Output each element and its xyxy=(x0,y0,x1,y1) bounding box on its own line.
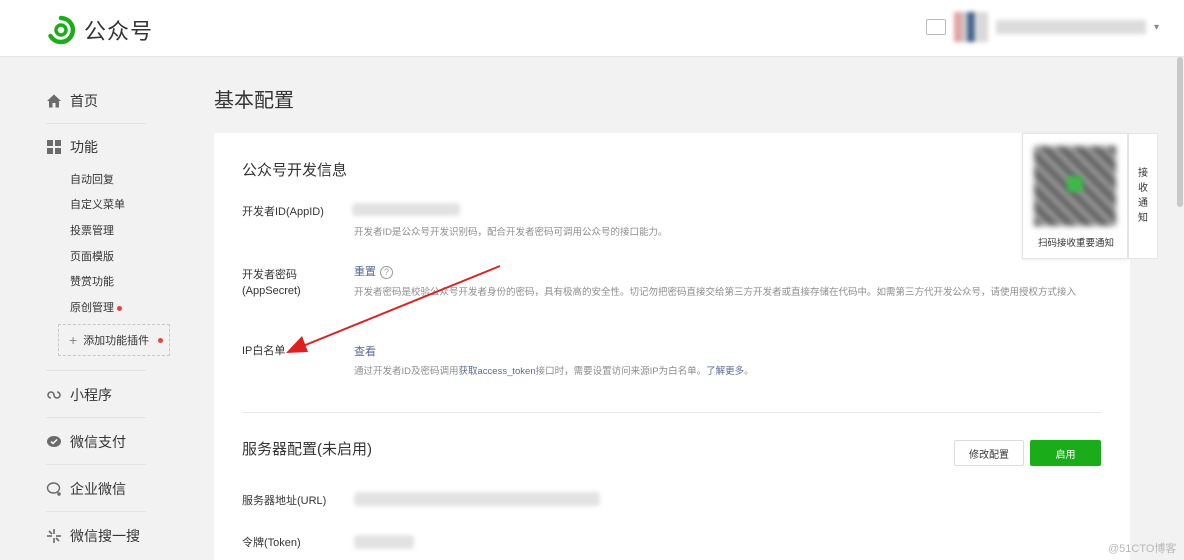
qr-side-char: 接 xyxy=(1138,168,1148,179)
logo-text: 公众号 xyxy=(84,19,154,44)
top-header: 公众号 ▾ xyxy=(0,0,1184,57)
sidebar-subitem-vote[interactable]: 投票管理 xyxy=(70,222,114,238)
wechat-pay-icon xyxy=(46,434,62,450)
token-label: 令牌(Token) xyxy=(242,537,301,549)
qr-notify-card: 扫码接收重要通知 xyxy=(1022,133,1128,259)
learn-more-link[interactable]: 了解更多 xyxy=(706,366,744,377)
ip-desc-end: 。 xyxy=(744,366,754,377)
divider xyxy=(46,370,146,371)
sidebar-subitem-auto-reply[interactable]: 自动回复 xyxy=(70,171,114,187)
watermark: @51CTO博客 xyxy=(1108,543,1177,555)
sidebar-item-label: 小程序 xyxy=(70,387,112,403)
sidebar-item-wechat-search[interactable]: 微信搜一搜 xyxy=(46,526,140,546)
sidebar-item-function[interactable]: 功能 xyxy=(46,137,98,157)
server-url-value-redacted[interactable] xyxy=(354,492,600,506)
qr-side-char: 知 xyxy=(1138,213,1148,224)
divider xyxy=(46,464,146,465)
dev-info-title: 公众号开发信息 xyxy=(242,162,348,179)
sidebar: 首页 功能 自动回复 自定义菜单 投票管理 页面模版 赞赏功能 原创管理 + 添… xyxy=(0,57,190,560)
sidebar-subitem-page-template[interactable]: 页面模版 xyxy=(70,248,114,264)
appid-value-redacted[interactable] xyxy=(352,203,460,216)
qr-caption: 扫码接收重要通知 xyxy=(1037,238,1114,249)
add-plugin-button[interactable]: + 添加功能插件 xyxy=(58,324,170,356)
ip-desc-pre: 通过开发者ID及密码调用 xyxy=(354,366,459,377)
appid-label: 开发者ID(AppID) xyxy=(242,206,324,218)
divider xyxy=(46,417,146,418)
logo[interactable]: 公众号 xyxy=(46,14,153,46)
section-divider xyxy=(242,412,1102,413)
notification-dot xyxy=(117,305,122,311)
modify-config-button[interactable]: 修改配置 xyxy=(954,440,1024,466)
qr-side-char: 通 xyxy=(1138,198,1148,209)
sidebar-item-label: 原创管理 xyxy=(70,302,114,314)
notification-dot xyxy=(158,337,164,343)
scrollbar-thumb[interactable] xyxy=(1177,57,1183,207)
access-token-link[interactable]: 获取access_token xyxy=(459,366,536,377)
wechat-search-icon xyxy=(46,528,62,544)
ip-desc: 通过开发者ID及密码调用获取access_token接口时，需要设置访问来源IP… xyxy=(354,364,1114,380)
home-icon xyxy=(46,93,62,109)
qr-notify-toggle[interactable]: 接 收 通 知 xyxy=(1128,133,1158,259)
sidebar-item-label: 首页 xyxy=(70,93,98,109)
sidebar-item-enterprise-wechat[interactable]: 企业微信 xyxy=(46,479,126,499)
sidebar-subitem-reward[interactable]: 赞赏功能 xyxy=(70,273,114,289)
qr-center-logo xyxy=(1067,176,1083,192)
appid-desc: 开发者ID是公众号开发识别码，配合开发者密码可调用公众号的接口能力。 xyxy=(354,227,668,238)
token-value-redacted[interactable] xyxy=(354,535,414,549)
enable-button[interactable]: 启用 xyxy=(1030,440,1101,466)
account-area[interactable]: ▾ xyxy=(926,12,1159,42)
plus-icon: + xyxy=(69,332,78,348)
mini-program-icon xyxy=(46,387,62,403)
server-url-label: 服务器地址(URL) xyxy=(242,495,327,507)
avatar[interactable] xyxy=(954,12,988,42)
sidebar-item-label: 微信支付 xyxy=(70,434,126,450)
enterprise-wechat-icon xyxy=(46,481,62,497)
sidebar-item-label: 功能 xyxy=(70,139,98,155)
wechat-mp-logo-icon xyxy=(48,15,76,45)
qr-side-char: 收 xyxy=(1138,183,1148,194)
annotation-arrow-icon xyxy=(286,265,501,353)
sidebar-item-home[interactable]: 首页 xyxy=(46,91,98,111)
grid-icon xyxy=(46,139,62,155)
mail-icon[interactable] xyxy=(926,19,946,35)
account-name-redacted[interactable] xyxy=(996,20,1146,34)
server-config-title: 服务器配置(未启用) xyxy=(242,441,372,458)
divider xyxy=(46,123,146,124)
sidebar-subitem-original[interactable]: 原创管理 xyxy=(70,299,122,315)
sidebar-item-mini-program[interactable]: 小程序 xyxy=(46,385,112,405)
chevron-down-icon[interactable]: ▾ xyxy=(1154,22,1159,33)
page-title: 基本配置 xyxy=(214,90,294,112)
divider xyxy=(46,511,146,512)
sidebar-item-label: 微信搜一搜 xyxy=(70,528,140,544)
scrollbar[interactable] xyxy=(1176,57,1184,560)
ip-whitelist-label: IP白名单 xyxy=(242,345,286,357)
add-plugin-label: 添加功能插件 xyxy=(83,335,150,347)
ip-desc-mid: 接口时，需要设置访问来源IP为白名单。 xyxy=(535,366,707,377)
sidebar-item-wechat-pay[interactable]: 微信支付 xyxy=(46,432,126,452)
sidebar-subitem-custom-menu[interactable]: 自定义菜单 xyxy=(70,196,125,212)
sidebar-item-label: 企业微信 xyxy=(70,481,126,497)
